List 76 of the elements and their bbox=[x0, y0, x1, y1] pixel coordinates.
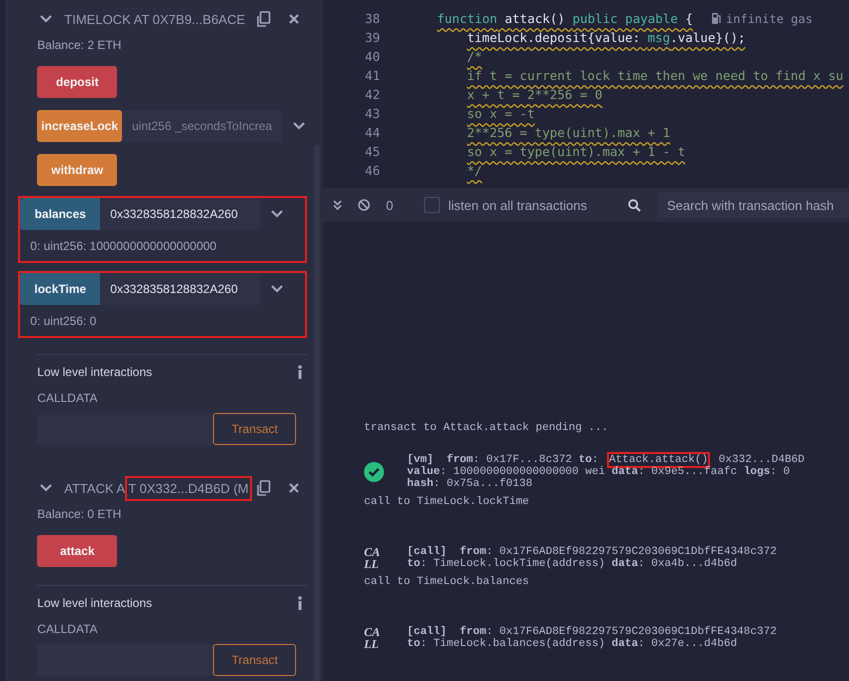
chevron-icon[interactable] bbox=[40, 15, 52, 23]
code-line: function attack() public payable { bbox=[437, 11, 693, 26]
copy-icon[interactable] bbox=[256, 10, 271, 28]
code-line: /* bbox=[467, 49, 482, 64]
transact-button[interactable]: Transact bbox=[213, 413, 296, 445]
section-title: Low level interactions bbox=[37, 365, 152, 379]
line-number: 40 bbox=[364, 49, 380, 64]
log-detail: value: 1000000000000000000 wei data: 0x9e5...faafc logs: 0 bbox=[406, 465, 791, 478]
call-label: CA LL bbox=[364, 546, 380, 570]
argument-field[interactable]: 0x3328358128832A260 bbox=[100, 273, 260, 305]
chevron-icon[interactable] bbox=[293, 122, 305, 130]
checkbox-label: listen on all transactions bbox=[448, 198, 587, 212]
field-label: CALLDATA bbox=[37, 391, 99, 405]
section-title: Low level interactions bbox=[37, 596, 152, 610]
calldata-field[interactable] bbox=[37, 644, 214, 676]
contract-address: T 0X332...D4B6D (M bbox=[125, 476, 252, 500]
clear-icon[interactable] bbox=[358, 199, 370, 211]
line-number: 43 bbox=[364, 106, 380, 121]
function-button[interactable]: lockTime bbox=[20, 273, 100, 305]
success-icon bbox=[364, 462, 384, 482]
gas-pump-icon bbox=[710, 12, 722, 25]
collapse-icon[interactable] bbox=[333, 200, 342, 210]
function-button[interactable]: withdraw bbox=[37, 154, 118, 186]
argument-field[interactable]: uint256 _secondsToIncrea bbox=[122, 110, 282, 142]
code-line: */ bbox=[467, 163, 482, 178]
line-number: 42 bbox=[364, 87, 380, 102]
call-label: CA LL bbox=[364, 626, 380, 650]
chevron-icon[interactable] bbox=[271, 285, 284, 293]
close-icon[interactable] bbox=[289, 483, 299, 493]
log-detail: 0x332...D4B6D bbox=[718, 453, 806, 466]
search-field[interactable]: Search with transaction hash bbox=[656, 192, 849, 218]
log-detail: [call] from: 0x17F6AD8Ef982297579C203069C1DbfFE4348c372 bbox=[406, 624, 778, 638]
chevron-icon[interactable] bbox=[40, 484, 52, 492]
argument-field[interactable]: 0x3328358128832A260 bbox=[100, 198, 260, 230]
chevron-icon[interactable] bbox=[271, 210, 284, 218]
code-line: so x = -t bbox=[467, 106, 535, 121]
log-detail: [call] from: 0x17F6AD8Ef982297579C203069C1DbfFE4348c372 bbox=[406, 544, 778, 558]
code-line: x + t = 2**256 = 0 bbox=[467, 87, 602, 102]
copy-icon[interactable] bbox=[256, 480, 271, 496]
line-number: 38 bbox=[364, 11, 380, 26]
contract-title: ATTACK A bbox=[64, 480, 126, 496]
log-message: call to TimeLock.balances bbox=[364, 576, 530, 588]
search-icon[interactable] bbox=[628, 198, 641, 212]
function-button[interactable]: deposit bbox=[37, 66, 118, 98]
code-line: so x = type(uint).max + 1 - t bbox=[467, 144, 686, 159]
log-detail: to: TimeLock.balances(address) data: 0x27e...d4b6d bbox=[406, 637, 738, 652]
log-detail: hash: 0x75a...f0138 bbox=[406, 477, 534, 492]
balance-text: Balance: 0 ETH bbox=[37, 507, 122, 521]
log-detail: to: TimeLock.lockTime(address) data: 0xa4b...d4b6d bbox=[406, 557, 738, 572]
info-icon[interactable] bbox=[297, 596, 303, 610]
line-number: 46 bbox=[364, 163, 380, 178]
log-message: call to TimeLock.lockTime bbox=[364, 496, 530, 508]
log-detail: [vm] from: 0x17F...8c372 to: bbox=[406, 452, 600, 466]
listen-checkbox[interactable] bbox=[424, 197, 440, 213]
function-output: 0: uint256: 0 bbox=[30, 314, 98, 328]
line-number: 39 bbox=[364, 30, 380, 45]
gas-hint: infinite gas bbox=[726, 12, 813, 26]
balance-text: Balance: 2 ETH bbox=[37, 38, 122, 52]
function-button[interactable]: attack bbox=[37, 535, 118, 567]
info-icon[interactable] bbox=[297, 365, 303, 379]
transact-button[interactable]: Transact bbox=[213, 644, 296, 676]
line-number: 45 bbox=[364, 144, 380, 159]
pending-count: 0 bbox=[386, 198, 394, 212]
line-number: 44 bbox=[364, 125, 380, 140]
field-label: CALLDATA bbox=[37, 622, 99, 636]
function-button[interactable]: balances bbox=[20, 198, 100, 230]
code-line: timeLock.deposit{value: msg.value}(); bbox=[467, 30, 746, 45]
line-number: 41 bbox=[364, 68, 380, 83]
code-line: 2**256 = type(uint).max + 1 bbox=[467, 125, 670, 140]
close-icon[interactable] bbox=[289, 14, 299, 24]
code-line: if t = current lock time then we need to find x su bbox=[467, 68, 844, 83]
contract-title: TIMELOCK AT 0X7B9...B6ACE bbox=[64, 12, 246, 26]
function-button[interactable]: increaseLock bbox=[37, 110, 122, 142]
log-message: transact to Attack.attack pending ... bbox=[364, 422, 610, 434]
function-output: 0: uint256: 1000000000000000000 bbox=[30, 239, 218, 253]
calldata-field[interactable] bbox=[37, 413, 214, 445]
